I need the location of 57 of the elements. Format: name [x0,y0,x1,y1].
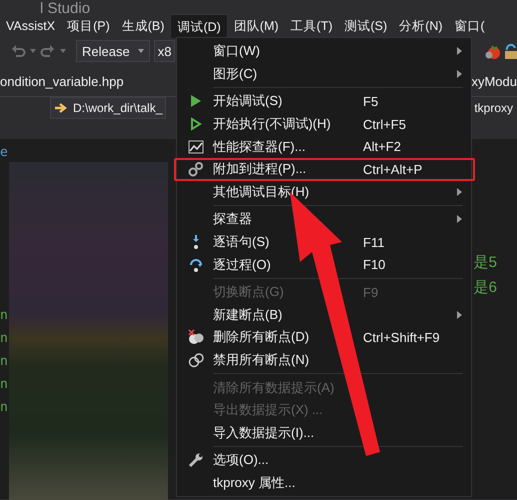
window-title: l Studio [40,1,90,17]
menu-item[interactable]: 调试(D) [170,14,228,38]
code-fragment: n [0,307,9,325]
menu-entry[interactable]: 逐语句(S) F11 [177,230,471,254]
menu-entry[interactable]: 导入数据提示(I)... [177,422,471,444]
code-fragment: 是6 [474,278,497,298]
menu-entry[interactable]: 逐过程(O) F10 [177,253,471,276]
code-fragment: n [0,353,9,371]
chart-icon [188,138,204,155]
menu-entry[interactable]: 新建断点(B) [177,304,471,326]
play-outline-icon [188,116,204,132]
navigation-dropdown[interactable]: D:\work_dir\talk_ [50,97,166,119]
redo-icon [40,43,56,59]
menu-item[interactable]: 分析(N) [393,14,449,38]
menu-entry[interactable]: 窗口(W) [177,40,471,63]
submenu-arrow-icon [456,188,462,196]
breakpoints-delete-icon [188,329,204,346]
wrench-icon [188,452,204,468]
arrow-right-icon [54,102,68,114]
gears-icon [188,161,204,178]
menu-entry[interactable]: 开始执行(不调试)(H) Ctrl+F5 [177,112,471,136]
file-tab[interactable]: xyModu [471,70,517,94]
code-fragment: e [0,144,9,162]
submenu-arrow-icon [456,310,462,319]
breakpoints-outline-icon [188,352,204,368]
menu-item[interactable]: 生成(B) [116,14,170,38]
menu-item[interactable]: 工具(T) [284,14,339,38]
menu-entry[interactable]: 选项(O)... [177,449,471,472]
menu-item[interactable]: 窗口( [448,14,491,38]
menu-item[interactable]: 测试(S) [338,14,394,38]
submenu-arrow-icon [456,215,462,224]
menu-item[interactable]: 团队(M) [228,14,285,38]
undo-icon [10,43,26,59]
file-tab[interactable]: ondition_variable.hpp [0,70,124,94]
configuration-dropdown[interactable]: Release [76,40,150,62]
platform-dropdown[interactable]: x8 [154,40,176,62]
code-fragment: 是5 [474,253,497,273]
menu-item[interactable]: VAssistX [0,14,62,38]
menu-entry[interactable]: 图形(C) [177,62,471,86]
menu-entry[interactable]: tkproxy 属性... [177,472,471,494]
caret-icon [30,49,36,53]
menu-entry[interactable]: 删除所有断点(D) Ctrl+Shift+F9 [177,326,471,349]
submenu-arrow-icon [456,47,462,56]
menu-entry[interactable]: 探查器 [177,208,471,231]
menu-entry[interactable]: 开始调试(S) F5 [177,90,471,113]
code-fragment: n [0,330,9,348]
submenu-arrow-icon [456,70,462,78]
menu-entry[interactable]: 附加到进程(P)... Ctrl+Alt+P [174,158,475,181]
menu-item[interactable]: 项目(P) [61,14,116,38]
caret-icon [60,49,66,53]
menu-entry[interactable]: 性能探查器(F)... Alt+F2 [177,135,471,158]
code-fragment: n [0,399,9,417]
menu-entry[interactable]: 禁用所有断点(N) [177,348,471,372]
project-label: tkproxy [474,101,513,115]
caret-icon [138,49,144,53]
code-fragment: n [0,376,9,394]
step-over-icon [188,256,204,273]
